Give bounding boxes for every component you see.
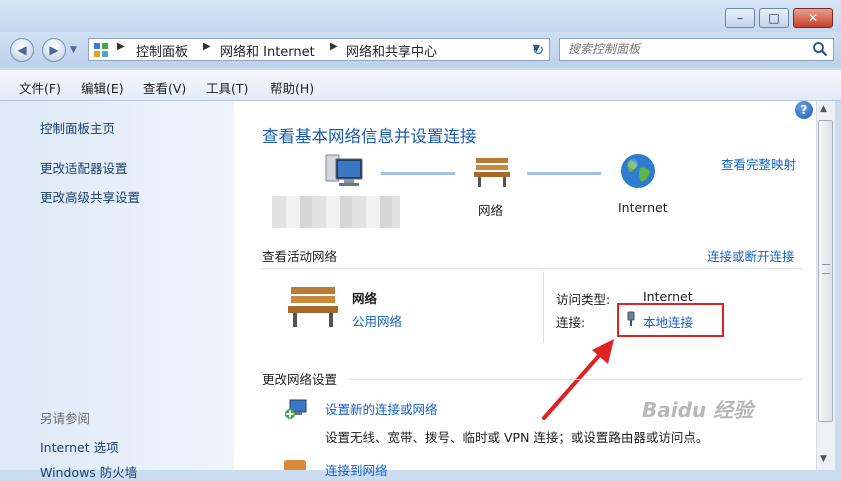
view-full-map-link[interactable]: 查看完整映射 (721, 154, 796, 173)
search-icon[interactable] (812, 41, 828, 57)
setup-description: 设置无线、宽带、拨号、临时或 VPN 连接；或设置路由器或访问点。 (325, 430, 709, 445)
connect-network-icon (284, 460, 306, 470)
see-also-heading: 另请参阅 (40, 411, 91, 426)
search-input[interactable] (568, 41, 798, 57)
back-arrow-icon: ◀ (17, 43, 27, 57)
sidebar-item-windows-firewall[interactable]: Windows 防火墙 (40, 462, 137, 481)
menu-edit[interactable]: 编辑(E) (81, 78, 124, 97)
sidebar-item-advanced-sharing-settings[interactable]: 更改高级共享设置 (40, 187, 140, 206)
active-networks-heading: 查看活动网络 (262, 249, 338, 264)
breadcrumb-separator-icon: ▶ (203, 41, 211, 52)
map-connector-line (381, 172, 455, 175)
breadcrumb-separator-icon: ▶ (117, 41, 125, 52)
close-icon: ✕ (807, 11, 819, 25)
menu-view[interactable]: 查看(V) (143, 78, 186, 97)
maximize-icon: □ (768, 11, 780, 25)
refresh-icon: ↻ (531, 40, 545, 59)
maximize-button[interactable]: □ (759, 8, 789, 28)
close-button[interactable]: ✕ (793, 8, 833, 28)
minimize-button[interactable]: – (725, 8, 755, 28)
section-divider (262, 268, 803, 269)
connection-label: 连接: (556, 315, 586, 330)
new-connection-icon (284, 396, 308, 420)
task-pane (0, 101, 234, 470)
history-dropdown-icon[interactable]: ▼ (70, 45, 77, 55)
vertical-divider (543, 271, 544, 343)
map-connector-line (527, 172, 601, 175)
breadcrumb-network-internet[interactable]: 网络和 Internet (220, 41, 315, 60)
access-type-label: 访问类型: (556, 292, 611, 307)
highlight-box (617, 303, 724, 337)
menu-tools[interactable]: 工具(T) (206, 78, 248, 97)
scrollbar-grip-icon (822, 264, 830, 274)
baidu-watermark: Baidu 经验 (642, 398, 754, 422)
forward-button[interactable]: ▶ (42, 38, 66, 62)
help-icon[interactable]: ? (795, 101, 813, 119)
scroll-down-icon[interactable]: ▼ (820, 454, 827, 464)
scroll-up-icon[interactable]: ▲ (820, 104, 827, 114)
control-panel-icon (93, 42, 109, 58)
window-border (835, 101, 841, 470)
title-bar (0, 0, 841, 32)
computer-icon (322, 153, 366, 191)
connect-disconnect-link[interactable]: 连接或断开连接 (707, 246, 795, 265)
sidebar-item-change-adapter-settings[interactable]: 更改适配器设置 (40, 158, 128, 177)
annotation-arrow (536, 336, 626, 426)
menu-help[interactable]: 帮助(H) (270, 78, 314, 97)
back-button[interactable]: ◀ (10, 38, 34, 62)
forward-arrow-icon: ▶ (49, 43, 59, 57)
access-type-value: Internet (643, 289, 693, 304)
section-divider (350, 379, 803, 380)
sidebar-item-control-panel-home[interactable]: 控制面板主页 (40, 118, 115, 137)
menu-bar (0, 70, 841, 101)
setup-new-connection-link[interactable]: 设置新的连接或网络 (325, 399, 438, 418)
internet-globe-icon (619, 152, 657, 190)
active-network-name: 网络 (352, 291, 378, 306)
page-title: 查看基本网络信息并设置连接 (262, 127, 477, 146)
map-internet-label: Internet (618, 200, 668, 215)
refresh-button[interactable]: ↻ (524, 37, 552, 62)
computer-name-blurred (272, 196, 400, 228)
sidebar-item-internet-options[interactable]: Internet 选项 (40, 437, 119, 456)
menu-file[interactable]: 文件(F) (19, 78, 61, 97)
change-settings-heading: 更改网络设置 (262, 372, 338, 387)
minimize-icon: – (737, 11, 743, 25)
network-bench-large-icon (285, 283, 341, 329)
network-bench-icon (472, 155, 512, 189)
public-network-link[interactable]: 公用网络 (352, 311, 402, 330)
map-network-label: 网络 (478, 203, 504, 218)
breadcrumb-control-panel[interactable]: 控制面板 (136, 41, 188, 60)
breadcrumb-separator-icon: ▶ (330, 41, 338, 52)
breadcrumb-network-sharing-center[interactable]: 网络和共享中心 (346, 41, 437, 60)
